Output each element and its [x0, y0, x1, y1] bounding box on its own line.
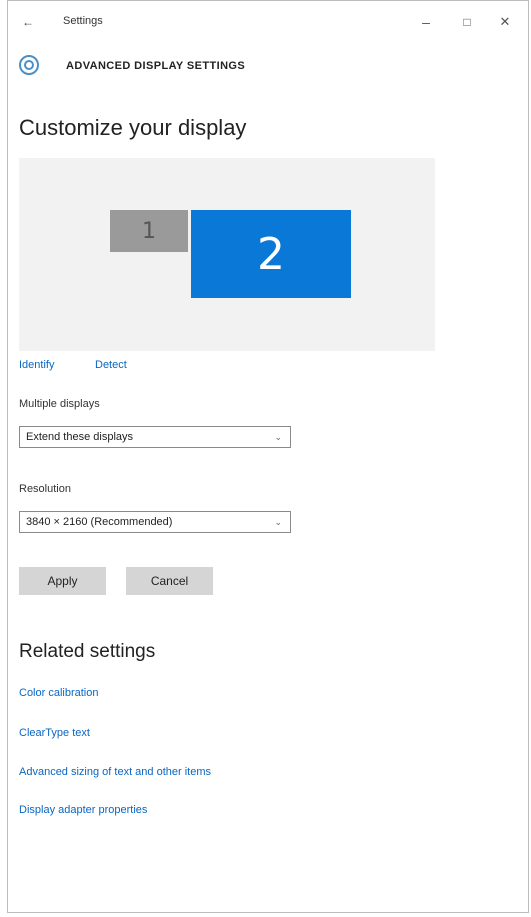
advanced-sizing-link[interactable]: Advanced sizing of text and other items: [19, 766, 211, 778]
page-header: ADVANCED DISPLAY SETTINGS: [8, 46, 528, 88]
monitor-1-label: 1: [142, 218, 156, 244]
settings-window: ← Settings – □ ✕ ADVANCED DISPLAY SETTIN…: [7, 0, 529, 913]
apply-button[interactable]: Apply: [19, 567, 106, 595]
resolution-dropdown[interactable]: 3840 × 2160 (Recommended) ⌄: [19, 511, 291, 533]
chevron-down-icon: ⌄: [274, 432, 282, 442]
monitor-2[interactable]: 2: [191, 210, 351, 298]
display-arrangement[interactable]: 1 2: [19, 158, 435, 351]
title-bar: ← Settings – □ ✕: [8, 1, 528, 43]
back-arrow-icon[interactable]: ←: [18, 13, 38, 31]
window-title: Settings: [63, 15, 103, 27]
close-icon[interactable]: ✕: [492, 11, 518, 33]
minimize-icon[interactable]: –: [413, 11, 439, 33]
multiple-displays-value: Extend these displays: [26, 431, 134, 443]
maximize-icon[interactable]: □: [454, 11, 480, 33]
resolution-value: 3840 × 2160 (Recommended): [26, 516, 173, 528]
monitor-1[interactable]: 1: [110, 210, 188, 252]
color-calibration-link[interactable]: Color calibration: [19, 687, 98, 699]
resolution-label: Resolution: [19, 483, 71, 495]
monitor-2-label: 2: [257, 228, 285, 280]
display-adapter-properties-link[interactable]: Display adapter properties: [19, 804, 147, 816]
chevron-down-icon: ⌄: [274, 517, 282, 527]
related-settings-heading: Related settings: [19, 641, 156, 662]
identify-link[interactable]: Identify: [19, 359, 54, 371]
detect-link[interactable]: Detect: [95, 359, 127, 371]
cancel-button[interactable]: Cancel: [126, 567, 213, 595]
gear-icon: [19, 55, 39, 75]
multiple-displays-dropdown[interactable]: Extend these displays ⌄: [19, 426, 291, 448]
cleartype-text-link[interactable]: ClearType text: [19, 727, 90, 739]
page-title: Customize your display: [19, 115, 247, 140]
multiple-displays-label: Multiple displays: [19, 398, 100, 410]
section-title: ADVANCED DISPLAY SETTINGS: [66, 60, 246, 72]
